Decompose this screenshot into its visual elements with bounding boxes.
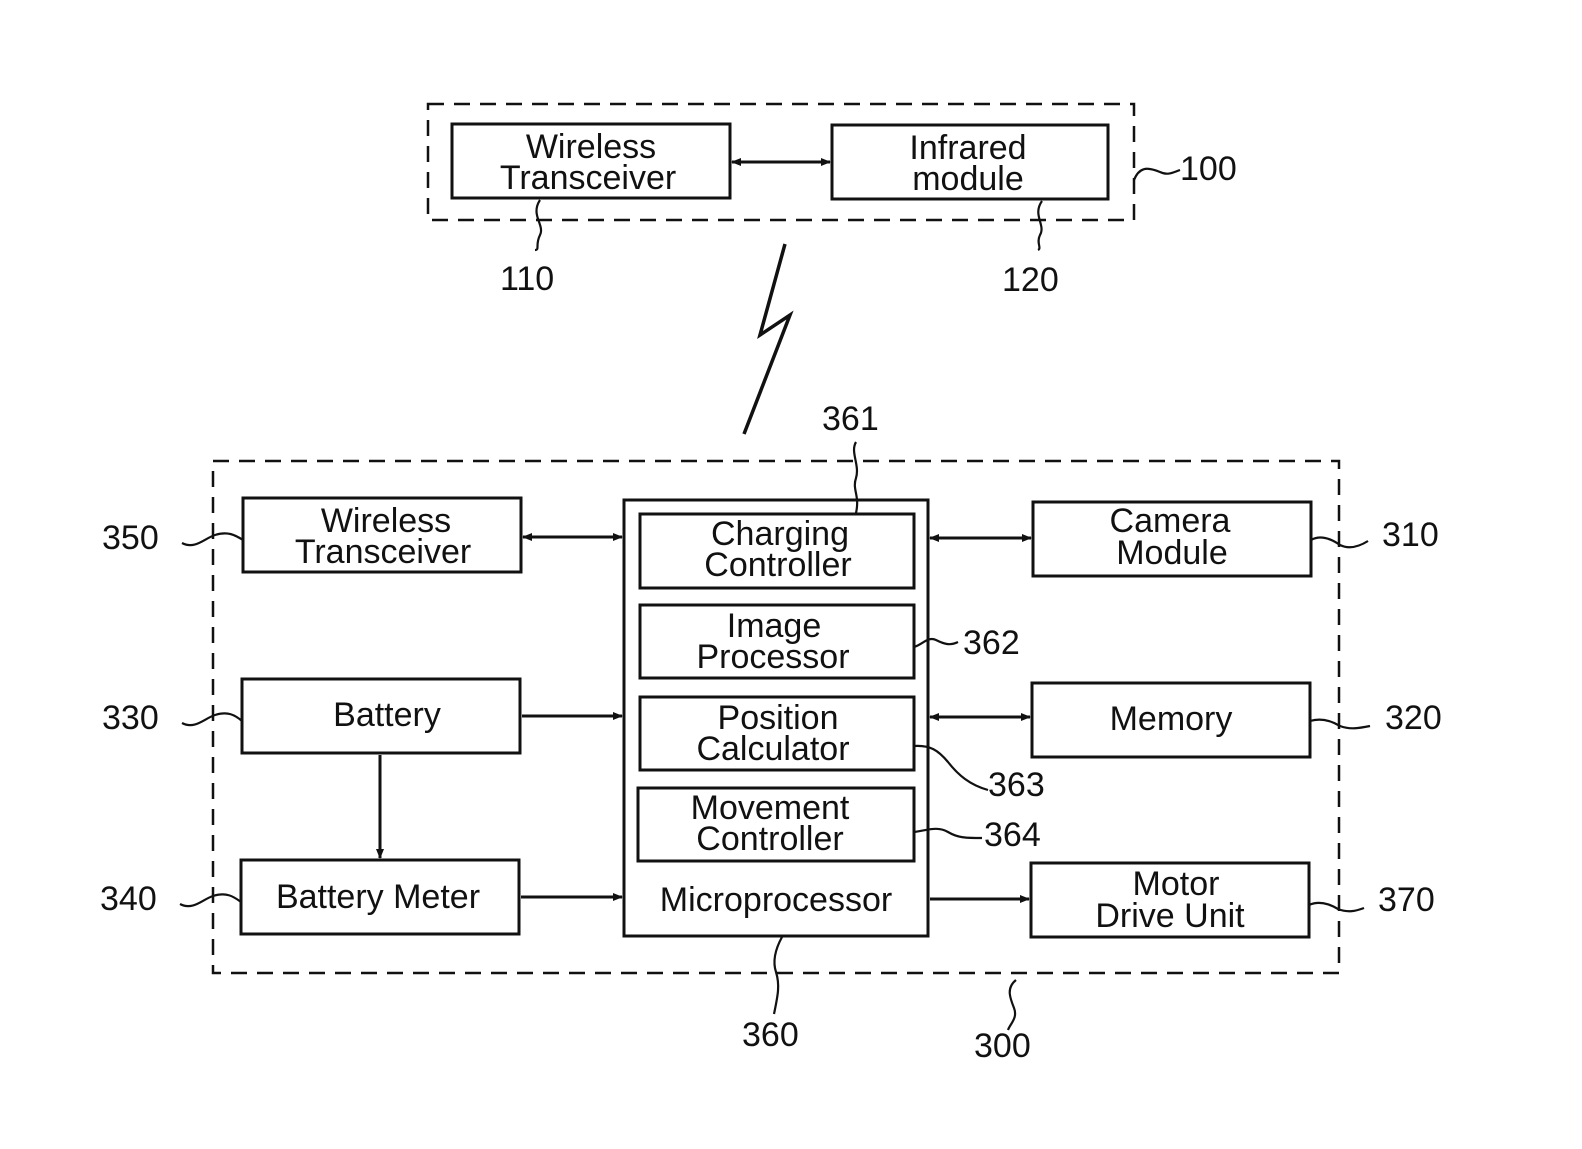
ref-label-350: 350 (102, 519, 159, 557)
block-label-line2: Calculator (696, 730, 849, 768)
ref-label-362: 362 (963, 624, 1020, 662)
ref-label-120: 120 (1002, 261, 1059, 299)
block-label-line2: Transceiver (295, 533, 471, 571)
leader-100 (1132, 167, 1181, 181)
block-label: Memory (1110, 700, 1233, 738)
leader-360 (772, 936, 783, 1015)
block-label: Battery (333, 696, 441, 734)
block-label: Battery Meter (276, 878, 480, 916)
sub-block-image-processor-362: Image Processor (638, 603, 916, 680)
ref-label-361: 361 (822, 400, 879, 438)
leader-340 (179, 893, 242, 908)
ref-label-364: 364 (984, 816, 1041, 854)
robot-unit-group: Wireless Transceiver Battery Battery Met… (100, 400, 1442, 1065)
block-infrared-module-120: Infrared module (830, 123, 1110, 201)
ref-label-320: 320 (1385, 699, 1442, 737)
leader-350 (181, 532, 244, 547)
microprocessor-label: Microprocessor (660, 881, 892, 919)
block-label-line2: Transceiver (500, 159, 676, 197)
leader-300 (1006, 979, 1017, 1031)
block-battery-330: Battery (240, 677, 522, 755)
ref-label-330: 330 (102, 699, 159, 737)
block-motor-drive-unit-370: Motor Drive Unit (1029, 861, 1311, 939)
block-microprocessor-360: Charging Controller Image Processor Posi… (622, 498, 930, 938)
block-camera-module-310: Camera Module (1031, 500, 1313, 578)
block-label-line2: Controller (704, 546, 851, 584)
leader-370 (1308, 901, 1365, 913)
leader-110 (534, 199, 543, 252)
ref-label-300: 300 (974, 1027, 1031, 1065)
block-battery-meter-340: Battery Meter (239, 858, 521, 936)
block-label-line2: Module (1116, 534, 1228, 572)
block-memory-320: Memory (1030, 681, 1312, 759)
block-label-line2: Processor (696, 638, 849, 676)
ref-label-370: 370 (1378, 881, 1435, 919)
ref-label-340: 340 (100, 880, 157, 918)
ref-label-310: 310 (1382, 516, 1439, 554)
block-diagram: Wireless Transceiver Infrared module 100… (100, 102, 1442, 1065)
block-label-line2: Drive Unit (1095, 897, 1245, 935)
ref-label-363: 363 (988, 766, 1045, 804)
ref-label-100: 100 (1180, 150, 1237, 188)
sub-block-position-calculator-363: Position Calculator (638, 695, 916, 772)
block-wireless-transceiver-350: Wireless Transceiver (241, 496, 523, 574)
leader-120 (1037, 200, 1043, 251)
block-label-line2: module (912, 160, 1024, 198)
remote-unit-group: Wireless Transceiver Infrared module 100… (426, 102, 1237, 299)
sub-block-charging-controller-361: Charging Controller (638, 512, 916, 590)
ref-label-110: 110 (500, 260, 554, 298)
lightning-bolt-icon (742, 243, 794, 435)
block-label-line2: Controller (696, 820, 843, 858)
ref-label-360: 360 (742, 1016, 799, 1054)
block-wireless-transceiver-110: Wireless Transceiver (450, 122, 732, 200)
sub-block-movement-controller-364: Movement Controller (636, 786, 916, 863)
